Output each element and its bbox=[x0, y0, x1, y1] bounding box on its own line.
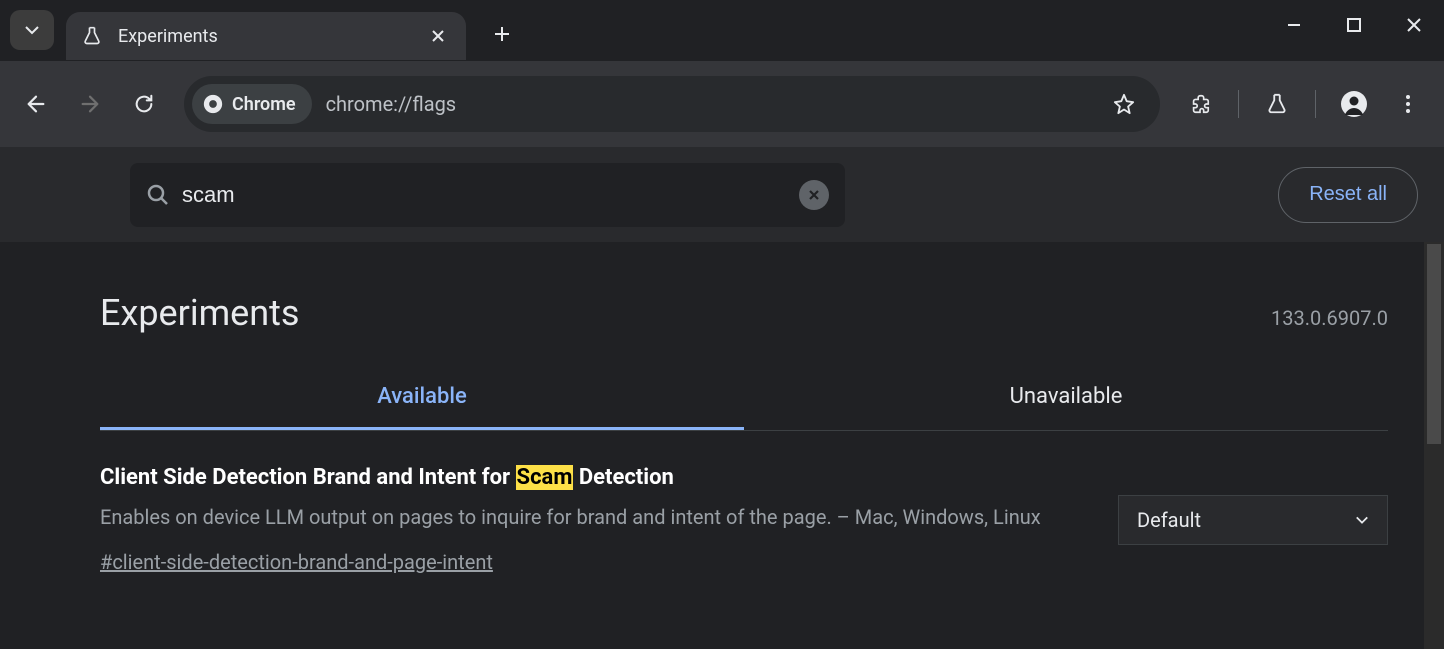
maximize-icon bbox=[1347, 18, 1361, 32]
plus-icon bbox=[493, 25, 511, 43]
tab-available[interactable]: Available bbox=[100, 384, 744, 430]
divider bbox=[1315, 90, 1316, 118]
clear-search-button[interactable] bbox=[799, 180, 829, 210]
browser-tab[interactable]: Experiments bbox=[66, 12, 466, 60]
flag-hash-link[interactable]: #client-side-detection-brand-and-page-in… bbox=[100, 550, 493, 574]
minimize-button[interactable] bbox=[1264, 0, 1324, 50]
reload-button[interactable] bbox=[120, 80, 168, 128]
flag-row: Client Side Detection Brand and Intent f… bbox=[64, 431, 1424, 574]
flag-select[interactable]: Default bbox=[1118, 495, 1388, 545]
arrow-left-icon bbox=[25, 93, 47, 115]
flags-search-box[interactable] bbox=[130, 163, 845, 227]
new-tab-button[interactable] bbox=[482, 14, 522, 54]
window-controls bbox=[1264, 0, 1444, 50]
toolbar: Chrome chrome://flags bbox=[0, 61, 1444, 147]
titlebar: Experiments bbox=[0, 0, 1444, 61]
kebab-icon bbox=[1398, 94, 1418, 114]
tab-unavailable[interactable]: Unavailable bbox=[744, 384, 1388, 430]
scrollbar[interactable] bbox=[1424, 242, 1444, 649]
chevron-down-icon bbox=[1355, 513, 1369, 527]
minimize-icon bbox=[1286, 17, 1302, 33]
maximize-button[interactable] bbox=[1324, 0, 1384, 50]
close-icon bbox=[807, 188, 821, 202]
flags-search-input[interactable] bbox=[182, 182, 799, 208]
tab-unavailable-label: Unavailable bbox=[1010, 384, 1123, 409]
divider bbox=[1238, 90, 1239, 118]
close-icon bbox=[431, 29, 445, 43]
version-label: 133.0.6907.0 bbox=[1271, 306, 1388, 330]
labs-button[interactable] bbox=[1253, 80, 1301, 128]
tab-title: Experiments bbox=[118, 26, 424, 47]
flag-title-post: Detection bbox=[573, 465, 673, 490]
scrollbar-thumb[interactable] bbox=[1427, 244, 1441, 444]
url-text: chrome://flags bbox=[326, 92, 457, 116]
flag-description: Enables on device LLM output on pages to… bbox=[100, 502, 1078, 532]
tabs-row: Available Unavailable bbox=[100, 384, 1388, 431]
bookmark-button[interactable] bbox=[1106, 86, 1142, 122]
flag-select-value: Default bbox=[1137, 508, 1201, 532]
extensions-button[interactable] bbox=[1176, 80, 1224, 128]
content: Experiments 133.0.6907.0 Available Unava… bbox=[64, 242, 1424, 649]
flask-icon bbox=[80, 24, 104, 48]
search-icon bbox=[146, 183, 170, 207]
tab-search-button[interactable] bbox=[10, 10, 54, 50]
reset-all-label: Reset all bbox=[1309, 183, 1387, 206]
flag-title-pre: Client Side Detection Brand and Intent f… bbox=[100, 465, 516, 490]
flag-title-highlight: Scam bbox=[516, 465, 574, 490]
site-chip-label: Chrome bbox=[232, 94, 296, 115]
chrome-icon bbox=[202, 93, 224, 115]
close-window-button[interactable] bbox=[1384, 0, 1444, 50]
menu-button[interactable] bbox=[1384, 80, 1432, 128]
puzzle-icon bbox=[1189, 93, 1211, 115]
forward-button[interactable] bbox=[66, 80, 114, 128]
site-chip[interactable]: Chrome bbox=[192, 84, 312, 124]
tab-close-button[interactable] bbox=[424, 22, 452, 50]
close-icon bbox=[1406, 17, 1422, 33]
arrow-right-icon bbox=[79, 93, 101, 115]
star-icon bbox=[1113, 93, 1135, 115]
page-title: Experiments bbox=[100, 292, 299, 334]
profile-button[interactable] bbox=[1330, 80, 1378, 128]
reload-icon bbox=[133, 93, 155, 115]
tab-available-label: Available bbox=[377, 384, 467, 409]
flask-icon bbox=[1266, 93, 1288, 115]
reset-all-button[interactable]: Reset all bbox=[1278, 167, 1418, 223]
avatar-icon bbox=[1340, 90, 1368, 118]
search-strip: Reset all bbox=[0, 147, 1444, 242]
address-bar[interactable]: Chrome chrome://flags bbox=[184, 76, 1160, 132]
flag-title: Client Side Detection Brand and Intent f… bbox=[100, 465, 1078, 490]
chevron-down-icon bbox=[24, 22, 40, 38]
back-button[interactable] bbox=[12, 80, 60, 128]
